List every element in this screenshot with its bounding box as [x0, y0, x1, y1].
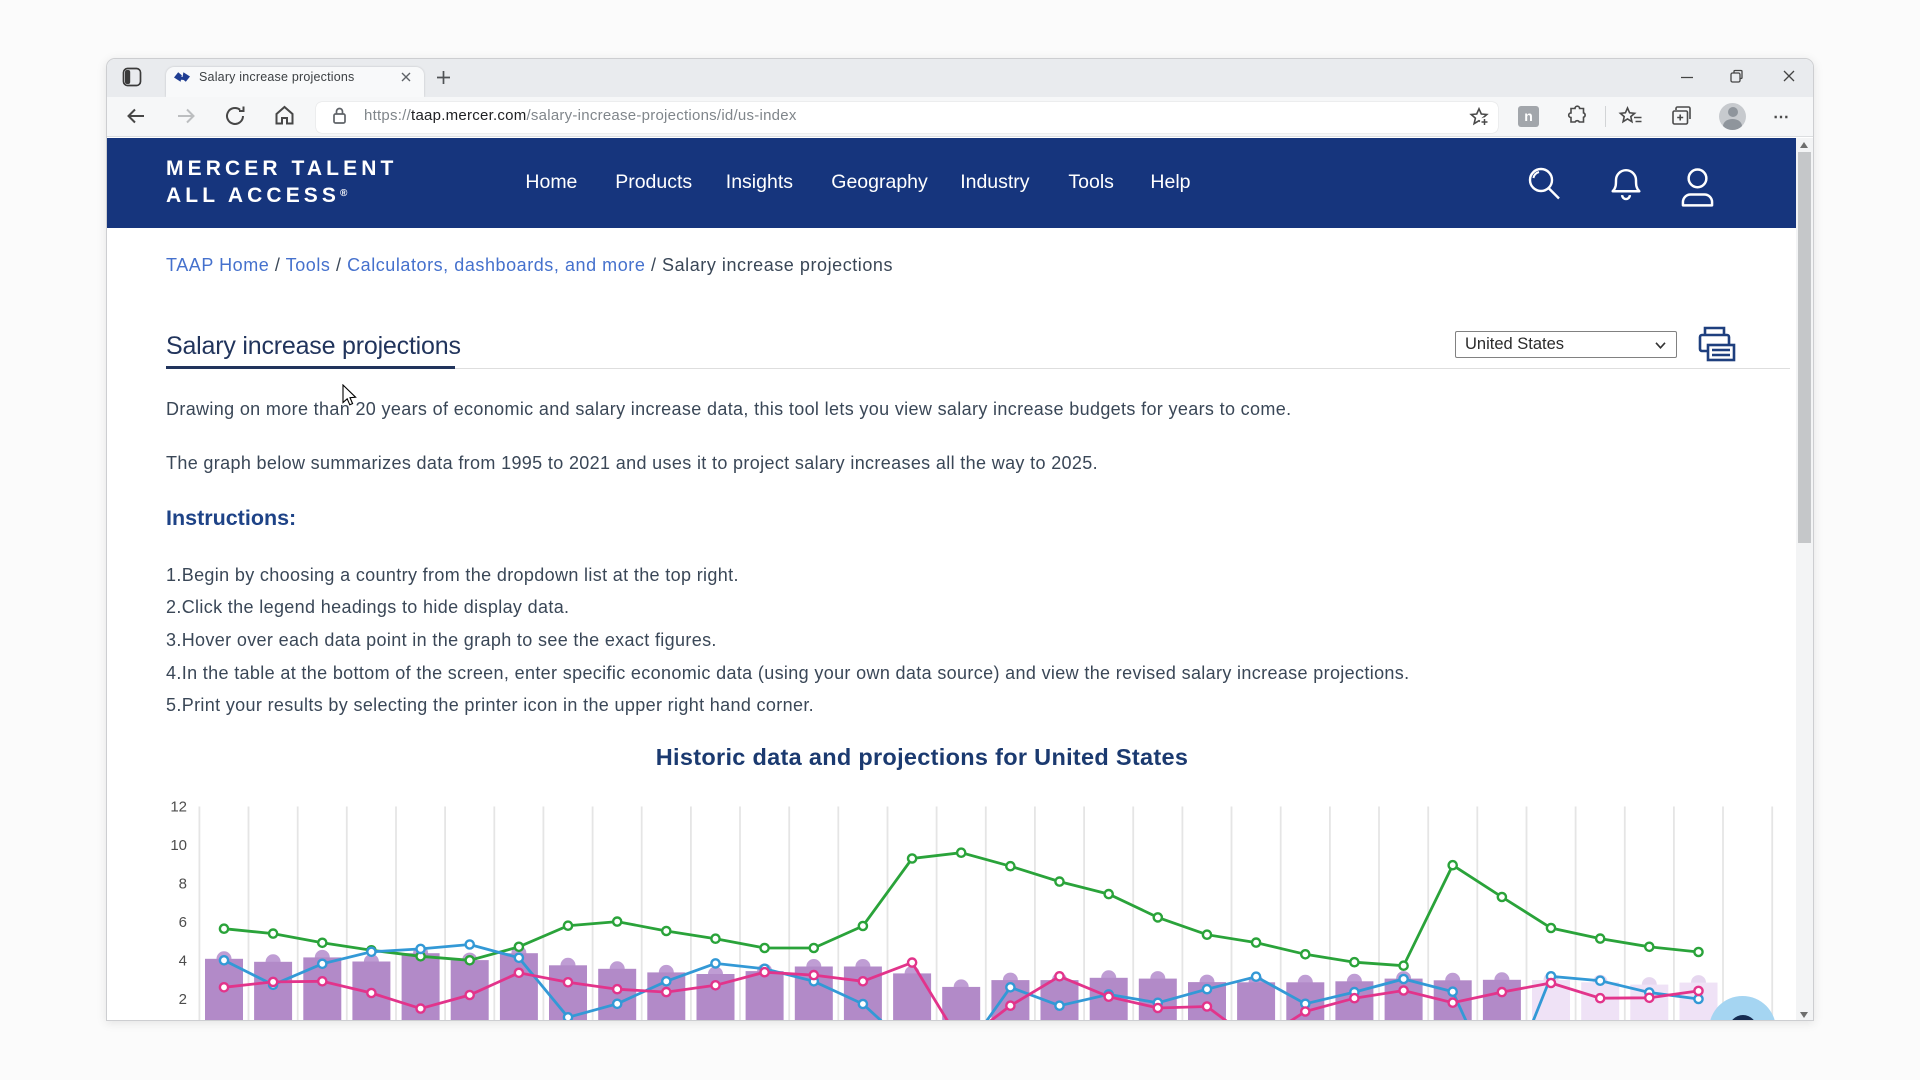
- svg-text:8: 8: [179, 876, 187, 893]
- svg-text:2: 2: [179, 991, 187, 1008]
- svg-text:10: 10: [170, 837, 187, 854]
- svg-text:6: 6: [179, 914, 187, 931]
- svg-text:4: 4: [179, 953, 187, 970]
- svg-text:12: 12: [170, 799, 187, 816]
